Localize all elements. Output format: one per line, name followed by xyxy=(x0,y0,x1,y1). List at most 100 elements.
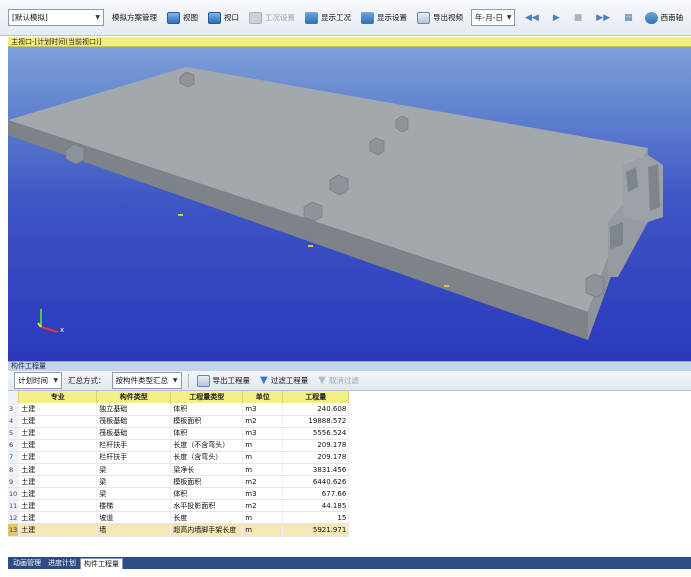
tab-animation-management[interactable]: 动画管理 xyxy=(10,558,44,569)
fast-forward-icon[interactable]: ▶▶ xyxy=(592,13,614,23)
cell-quantity: 19888.572 xyxy=(282,415,350,428)
cell-quantity: 209.178 xyxy=(282,439,350,452)
cell-quantity-type: 模板面积 xyxy=(170,415,244,428)
viewport-title: 主视口-[计划时间(当前视口)] xyxy=(8,37,691,47)
play-icon[interactable]: ▶ xyxy=(549,13,564,23)
cell-specialty: 土建 xyxy=(18,403,98,416)
chevron-down-icon: ▼ xyxy=(172,377,178,384)
toolbar-divider xyxy=(187,373,189,388)
tab-component-quantity[interactable]: 构件工程量 xyxy=(80,558,123,569)
cell-unit: m xyxy=(242,463,284,477)
cell-quantity-type: 长度（含弯头） xyxy=(170,451,244,464)
row-number-header xyxy=(8,391,20,403)
filter-quantity-button[interactable]: ▼ 过滤工程量 xyxy=(258,371,310,391)
viewport-label: 视口 xyxy=(224,13,239,22)
row-number: 6 xyxy=(8,439,20,452)
panel-title: 构件工程量 xyxy=(8,361,691,371)
grid-icon[interactable]: ▦ xyxy=(620,13,637,23)
quantity-grid: 专业 构件类型 工程量类型 单位 工程量 3 土建 独立基础 体积 m3 240.608 4… xyxy=(8,391,691,557)
table-row[interactable]: 9 土建梁模板面积 m2 6440.626 xyxy=(8,475,350,489)
table-row[interactable]: 4 土建 筏板基础 模板面积 m2 19888.572 xyxy=(8,415,350,428)
scheme-select[interactable]: [默认模拟] ▼ xyxy=(8,9,104,26)
chevron-down-icon: ▼ xyxy=(53,377,58,384)
cell-quantity-type: 模板面积 xyxy=(170,475,244,489)
cell-component-type: 楼梯 xyxy=(96,499,172,513)
show-condition-button[interactable]: 显示工况 xyxy=(303,8,353,28)
cell-specialty: 土建 xyxy=(18,475,98,489)
cell-component-type: 筏板基础 xyxy=(96,415,172,428)
cell-component-type: 墙 xyxy=(96,523,172,537)
cell-unit: m xyxy=(242,439,284,452)
stop-icon[interactable]: ■ xyxy=(570,13,587,23)
cell-specialty: 土建 xyxy=(18,427,98,440)
table-row[interactable]: 8 土建梁梁净长 m 3831.456 xyxy=(8,463,350,477)
view-label: 视图 xyxy=(183,13,198,22)
cell-quantity: 15 xyxy=(282,511,350,525)
col-header-component-type[interactable]: 构件类型 xyxy=(96,391,172,403)
condition-settings-label: 工况设置 xyxy=(265,13,295,22)
viewport-icon xyxy=(208,11,221,24)
cell-quantity: 3831.456 xyxy=(282,463,350,477)
direction-button[interactable]: 西南轴 xyxy=(643,8,686,28)
cancel-filter-button[interactable]: ▼ 取消过滤 xyxy=(316,371,361,391)
row-number: 13 xyxy=(8,523,20,537)
table-row[interactable]: 5 土建 筏板基础 体积 m3 5556.524 xyxy=(8,427,350,440)
row-number: 11 xyxy=(8,499,20,513)
cell-quantity: 240.608 xyxy=(282,403,350,416)
row-number: 4 xyxy=(8,415,20,428)
cancel-filter-icon: ▼ xyxy=(318,375,326,386)
scheme-manage-button[interactable]: 模拟方案管理 xyxy=(110,8,159,28)
summary-select[interactable]: 按构件类型汇总 ▼ xyxy=(111,372,182,389)
table-row[interactable]: 6 土建 栏杆扶手 长度（不含弯头） m 209.178 xyxy=(8,439,350,452)
col-header-quantity[interactable]: 工程量 xyxy=(282,391,350,403)
marker xyxy=(444,285,449,287)
cell-quantity: 6440.626 xyxy=(282,475,350,489)
3d-viewport[interactable]: x xyxy=(8,47,691,361)
row-number: 10 xyxy=(8,487,20,501)
panel-toolbar: 计划时间 ▼ 汇总方式： 按构件类型汇总 ▼ 导出工程量 ▼ 过滤工程量 ▼ 取… xyxy=(8,371,691,391)
cell-unit: m3 xyxy=(242,427,284,440)
date-format-value: 年-月-日 xyxy=(475,13,503,22)
col-header-specialty[interactable]: 专业 xyxy=(18,391,98,403)
cell-unit: m2 xyxy=(242,415,284,428)
cell-unit: m3 xyxy=(242,487,284,501)
view-button[interactable]: 视图 xyxy=(165,8,200,28)
cell-quantity: 677.66 xyxy=(282,487,350,501)
col-header-unit[interactable]: 单位 xyxy=(242,391,284,403)
export-video-button[interactable]: 导出视频 xyxy=(415,8,465,28)
cell-unit: m xyxy=(242,451,284,464)
viewport-button[interactable]: 视口 xyxy=(206,8,241,28)
cell-quantity: 5556.524 xyxy=(282,427,350,440)
table-row[interactable]: 11 土建 楼梯 水平投影面积 m2 44.185 xyxy=(8,499,350,513)
col-header-quantity-type[interactable]: 工程量类型 xyxy=(170,391,244,403)
export-quantity-button[interactable]: 导出工程量 xyxy=(195,371,253,391)
table-row[interactable]: 13 土建墙超高内墙脚手架长度 m 5921.971 xyxy=(8,523,350,537)
date-format-select[interactable]: 年-月-日 ▼ xyxy=(471,9,515,26)
table-row[interactable]: 10 土建梁体积 m3 677.66 xyxy=(8,487,350,501)
bottom-tab-bar: 动画管理 进度计划 构件工程量 xyxy=(8,557,691,569)
display-settings-icon xyxy=(361,11,374,24)
tab-schedule[interactable]: 进度计划 xyxy=(45,558,79,569)
cell-quantity: 44.185 xyxy=(282,499,350,513)
filter-quantity-label: 过滤工程量 xyxy=(270,376,309,385)
table-row[interactable]: 12 土建 坡道 长度 m 15 xyxy=(8,511,350,525)
cell-specialty: 土建 xyxy=(18,439,98,452)
rewind-icon[interactable]: ◀◀ xyxy=(521,13,543,23)
cell-quantity-type: 长度 xyxy=(170,511,244,525)
cell-specialty: 土建 xyxy=(18,511,98,525)
condition-settings-button[interactable]: 工况设置 xyxy=(247,8,297,28)
cell-component-type: 梁 xyxy=(96,487,172,501)
time-select[interactable]: 计划时间 ▼ xyxy=(14,372,62,389)
table-row[interactable]: 7 土建 栏杆扶手 长度（含弯头） m 209.178 xyxy=(8,451,350,464)
chevron-down-icon: ▼ xyxy=(506,14,512,21)
building-model xyxy=(8,67,663,340)
cell-component-type: 栏杆扶手 xyxy=(96,439,172,452)
time-select-value: 计划时间 xyxy=(18,376,48,385)
table-row[interactable]: 3 土建 独立基础 体积 m3 240.608 xyxy=(8,403,350,416)
display-settings-button[interactable]: 显示设置 xyxy=(359,8,409,28)
cell-unit: m xyxy=(242,511,284,525)
show-condition-label: 显示工况 xyxy=(321,13,351,22)
cell-quantity-type: 水平投影面积 xyxy=(170,499,244,513)
cell-specialty: 土建 xyxy=(18,451,98,464)
main-toolbar: [默认模拟] ▼ 模拟方案管理 视图 视口 工况设置 显示工况 显示设置 导出视… xyxy=(0,0,691,36)
